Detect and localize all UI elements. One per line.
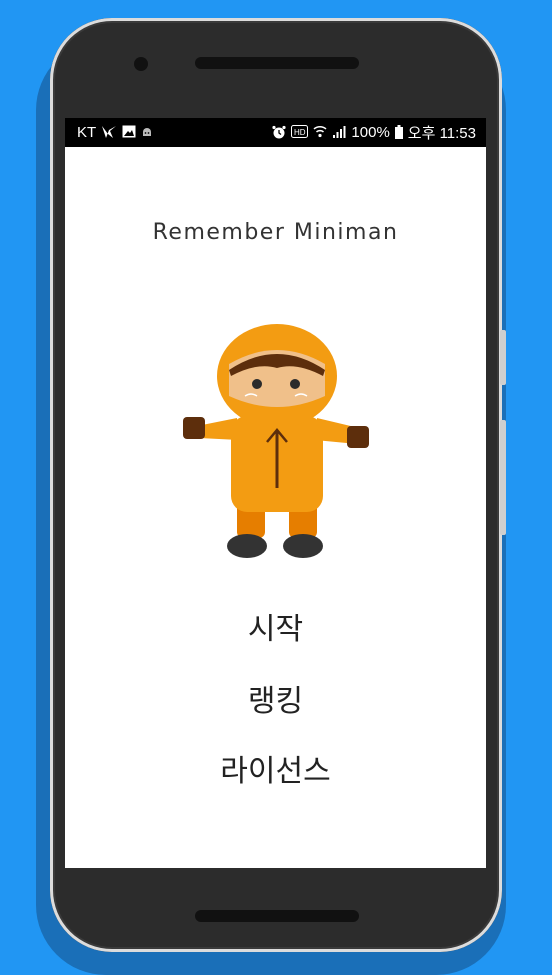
status-bar-right: HD 100% 오후 11:53	[272, 122, 476, 143]
wifi-icon	[313, 125, 327, 140]
image-icon	[122, 125, 136, 140]
power-button	[500, 330, 506, 385]
status-bar: KT HD 100% 오후 11:53	[65, 118, 486, 147]
hd-icon: HD	[291, 125, 309, 140]
battery-percent: 100%	[351, 124, 390, 141]
bottom-speaker	[195, 910, 359, 922]
license-button[interactable]: 라이선스	[65, 746, 486, 790]
front-camera	[134, 57, 148, 71]
app-screen: KT HD 100% 오후 11:53 Remember Miniman 시작 …	[65, 118, 486, 868]
status-bar-left: KT	[77, 124, 153, 141]
alarm-icon	[272, 125, 287, 141]
carrier-label: KT	[77, 124, 97, 141]
clock: 오후 11:53	[407, 125, 476, 142]
volume-button	[500, 420, 506, 535]
volte-icon	[101, 125, 117, 141]
app-title: Remember Miniman	[152, 220, 399, 245]
svg-text:HD: HD	[294, 128, 306, 137]
ranking-button[interactable]: 랭킹	[65, 676, 486, 720]
miniman-mascot	[177, 318, 377, 572]
start-button[interactable]: 시작	[65, 604, 486, 648]
android-icon	[141, 126, 153, 140]
signal-icon	[332, 125, 346, 140]
earpiece-speaker	[195, 57, 359, 69]
battery-icon	[394, 124, 403, 141]
